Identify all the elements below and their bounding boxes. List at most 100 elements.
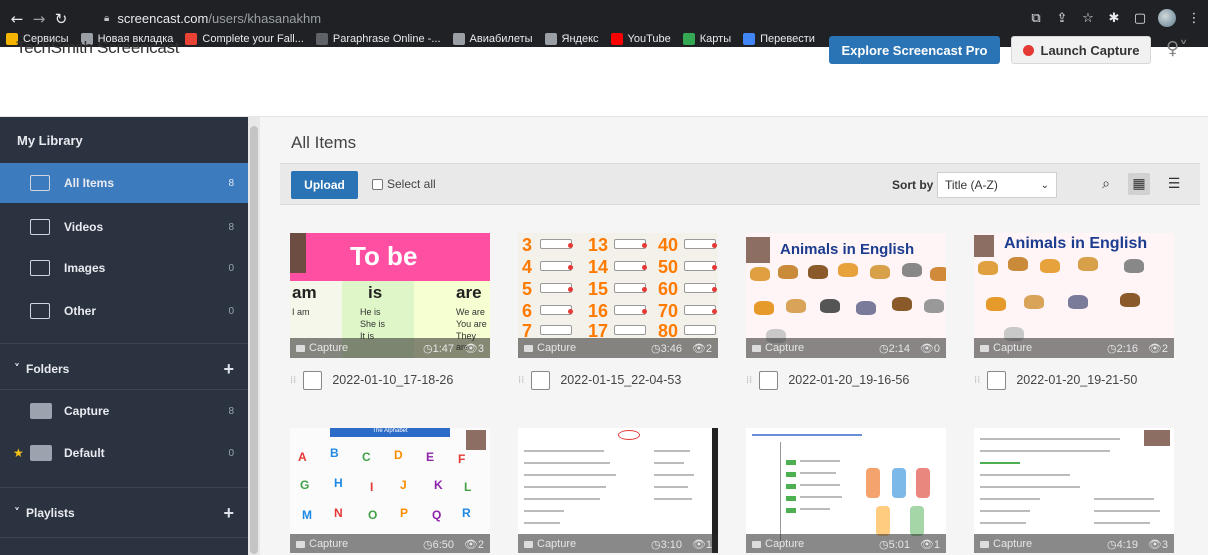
card-folder: Capture bbox=[537, 342, 577, 354]
thumbnail[interactable]: Capture ◷3:10 👁︎1 bbox=[518, 428, 718, 553]
sidebar-item-all-items[interactable]: All Items 8 bbox=[0, 163, 248, 203]
card-checkbox[interactable] bbox=[531, 370, 551, 390]
duration-value: 3:46 bbox=[660, 342, 682, 355]
sidebar-item-label: Other bbox=[64, 304, 97, 318]
card-duration: ◷2:16 bbox=[1106, 342, 1138, 355]
chevron-down-icon: ⌄ bbox=[1040, 179, 1049, 191]
share-icon[interactable]: ⇪ bbox=[1054, 11, 1070, 26]
forward-icon[interactable]: → bbox=[28, 8, 50, 30]
sort-select[interactable]: Title (A-Z) ⌄ bbox=[937, 172, 1057, 198]
bookmark-label: YouTube bbox=[627, 33, 671, 45]
thumbnail[interactable]: Animals in English Capture ◷2:16 👁︎2 bbox=[974, 233, 1174, 358]
document-icon bbox=[30, 303, 50, 319]
playlists-heading[interactable]: ˅ Playlists + bbox=[0, 493, 248, 533]
bookmark-icon bbox=[315, 33, 328, 45]
thumb-text: are bbox=[456, 283, 482, 302]
profile-avatar[interactable] bbox=[1158, 9, 1176, 27]
url-path: /users/khasanakhm bbox=[208, 10, 322, 26]
card-checkbox[interactable] bbox=[987, 370, 1007, 390]
folders-heading[interactable]: ˅ Folders + bbox=[0, 349, 248, 389]
folder-icon bbox=[524, 540, 533, 548]
card-checkbox[interactable] bbox=[303, 370, 323, 390]
logo[interactable]: TechSmith Screencast bbox=[16, 38, 179, 58]
card-checkbox[interactable] bbox=[759, 370, 779, 390]
thumb-text: am bbox=[292, 283, 317, 302]
thumbnail[interactable]: Animals in English Capture ◷2:14 👁︎0 bbox=[746, 233, 946, 358]
bookmark-item[interactable]: Complete your Fall... bbox=[185, 33, 304, 45]
search-icon[interactable]: ⌕ bbox=[1095, 173, 1117, 195]
menu-icon[interactable]: ⋮ bbox=[1186, 11, 1202, 26]
bookmark-label: Карты bbox=[699, 33, 732, 45]
folders-label: Folders bbox=[26, 362, 70, 376]
bookmark-item[interactable]: Авиабилеты bbox=[452, 33, 533, 45]
sidebar-item-images[interactable]: Images 0 bbox=[0, 248, 248, 288]
sidebar-item-folder-default[interactable]: ★ Default 0 bbox=[0, 433, 248, 473]
launch-capture-button[interactable]: Launch Capture bbox=[1011, 36, 1151, 64]
drag-handle-icon[interactable]: ⁞⁞ bbox=[290, 375, 296, 386]
sidebar-scrollbar-thumb[interactable] bbox=[250, 126, 258, 554]
bookmark-item[interactable]: Яндекс bbox=[544, 33, 599, 45]
card-folder: Capture bbox=[765, 538, 805, 550]
thumb-overlay: Capture ◷2:16 👁︎2 bbox=[974, 338, 1174, 358]
folder-icon bbox=[752, 540, 761, 548]
thumbnail[interactable]: Capture ◷4:19 👁︎3 bbox=[974, 428, 1174, 553]
sidebar-item-videos[interactable]: Videos 8 bbox=[0, 207, 248, 247]
bookmark-item[interactable]: Paraphrase Online -... bbox=[315, 33, 441, 45]
bookmark-item[interactable]: Карты bbox=[682, 33, 732, 45]
thumbnail[interactable]: 3 13 40 4 14 50 5 15 60 6 16 70 7 17 80 … bbox=[518, 233, 718, 358]
list-view-icon[interactable]: ☰ bbox=[1163, 173, 1185, 195]
views-value: 2 bbox=[1161, 342, 1168, 355]
item-count: 8 bbox=[228, 177, 234, 189]
translate-icon[interactable]: ⧉ bbox=[1028, 11, 1044, 26]
thumb-text: The Alphabet bbox=[330, 428, 450, 437]
bookmark-item[interactable]: Перевести bbox=[743, 33, 815, 45]
upload-button[interactable]: Upload bbox=[291, 171, 358, 199]
card-views: 👁︎3 bbox=[463, 342, 484, 355]
item-count: 8 bbox=[228, 221, 234, 233]
thumbnail[interactable]: To be am is are I am He is She is It is … bbox=[290, 233, 490, 358]
chevron-down-icon: ˅ bbox=[14, 362, 20, 376]
checkbox[interactable] bbox=[372, 178, 383, 190]
extensions-icon[interactable]: ✱ bbox=[1106, 11, 1122, 26]
drag-handle-icon[interactable]: ⁞⁞ bbox=[974, 375, 980, 386]
address-bar[interactable]: 🔒︎ screencast.com /users/khasanakhm bbox=[104, 7, 984, 29]
duration-value: 3:10 bbox=[660, 538, 682, 551]
views-value: 1 bbox=[705, 538, 712, 551]
card-title[interactable]: 2022-01-20_19-21-50 bbox=[1016, 373, 1137, 387]
thumbnail[interactable]: Capture ◷5:01 👁︎1 bbox=[746, 428, 946, 553]
bookmark-item[interactable]: YouTube bbox=[610, 33, 671, 45]
chevron-down-icon: ˅ bbox=[14, 506, 20, 520]
item-count: 0 bbox=[228, 262, 234, 274]
user-menu-icon[interactable]: ♀︎˅ bbox=[1166, 38, 1188, 59]
add-playlist-icon[interactable]: + bbox=[223, 503, 234, 524]
playlists-label: Playlists bbox=[26, 506, 75, 520]
card-title[interactable]: 2022-01-15_22-04-53 bbox=[560, 373, 681, 387]
thumb-overlay: Capture ◷6:50 👁︎2 bbox=[290, 534, 490, 553]
star-icon[interactable]: ☆ bbox=[1080, 11, 1096, 26]
views-value: 3 bbox=[1161, 538, 1168, 551]
url-host: screencast.com bbox=[117, 10, 209, 26]
card-title[interactable]: 2022-01-20_19-16-56 bbox=[788, 373, 909, 387]
card-duration: ◷1:47 bbox=[422, 342, 454, 355]
card-title[interactable]: 2022-01-10_17-18-26 bbox=[332, 373, 453, 387]
reload-icon[interactable]: ↻ bbox=[50, 8, 72, 30]
back-icon[interactable]: ← bbox=[6, 8, 28, 30]
views-value: 2 bbox=[705, 342, 712, 355]
sidepanel-icon[interactable]: ▢ bbox=[1132, 11, 1148, 26]
drag-handle-icon[interactable]: ⁞⁞ bbox=[518, 375, 524, 386]
thumbnail[interactable]: The Alphabet A B C D E F G H I J K L M N… bbox=[290, 428, 490, 553]
explore-pro-button[interactable]: Explore Screencast Pro bbox=[829, 36, 1000, 64]
card-folder: Capture bbox=[537, 538, 577, 550]
card-folder: Capture bbox=[993, 538, 1033, 550]
grid-view-icon[interactable]: ▦ bbox=[1128, 173, 1150, 195]
add-folder-icon[interactable]: + bbox=[223, 359, 234, 380]
card-folder: Capture bbox=[993, 342, 1033, 354]
sidebar-item-folder-capture[interactable]: Capture 8 bbox=[0, 391, 248, 431]
library-heading[interactable]: My Library bbox=[0, 117, 248, 163]
views-value: 3 bbox=[477, 342, 484, 355]
sidebar-item-other[interactable]: Other 0 bbox=[0, 291, 248, 331]
thumb-text: She is bbox=[360, 319, 386, 329]
card-duration: ◷4:19 bbox=[1106, 538, 1138, 551]
select-all-checkbox[interactable]: Select all bbox=[372, 177, 436, 191]
drag-handle-icon[interactable]: ⁞⁞ bbox=[746, 375, 752, 386]
